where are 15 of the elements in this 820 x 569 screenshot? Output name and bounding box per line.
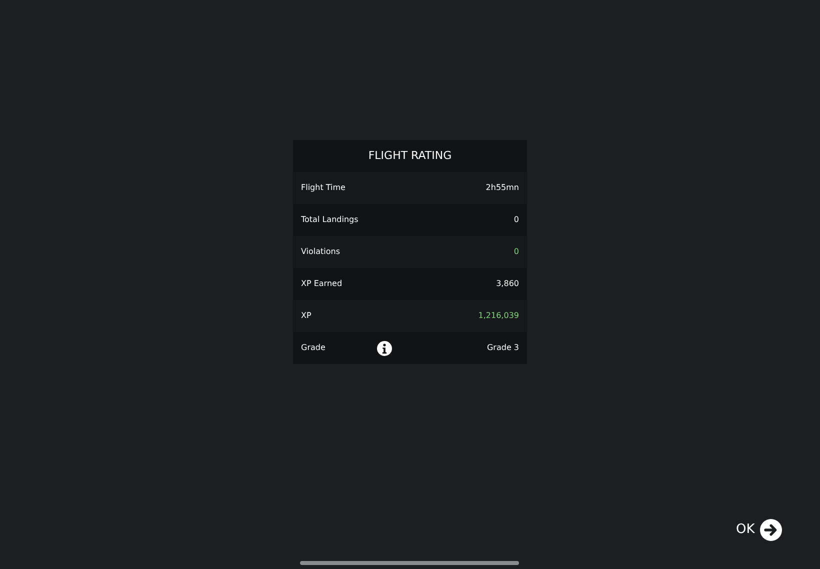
row-label: Flight Time	[301, 182, 346, 194]
row-value: Grade 3	[486, 342, 519, 354]
row-value: 1,216,039	[478, 310, 519, 322]
ok-button[interactable]: OK	[736, 519, 782, 541]
info-icon[interactable]	[377, 340, 392, 356]
row-label: Violations	[301, 246, 340, 258]
panel-title: FLIGHT RATING	[367, 148, 453, 164]
row-value: 0	[514, 246, 519, 258]
row-label: Total Landings	[301, 214, 358, 226]
row-label: XP Earned	[301, 278, 342, 290]
row-value: 0	[514, 214, 519, 226]
row-label: XP	[301, 310, 312, 322]
row-value: 3,860	[496, 278, 519, 290]
row-value: 2h55mn	[486, 182, 519, 194]
row-label: Grade	[301, 342, 326, 354]
